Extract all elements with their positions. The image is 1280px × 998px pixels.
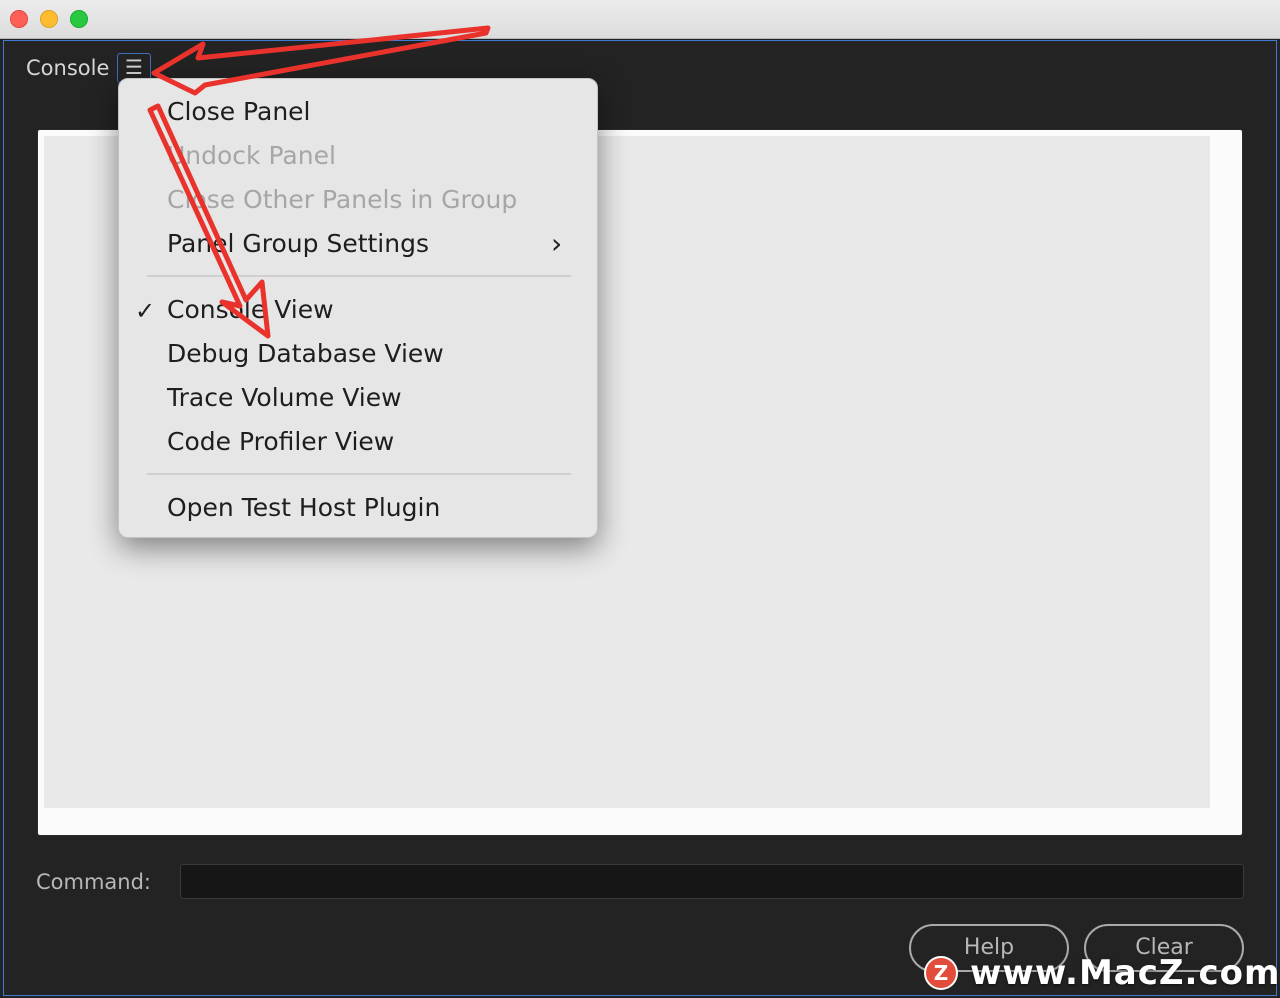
watermark-logo: Z xyxy=(924,956,958,990)
menu-separator xyxy=(147,473,571,475)
menu-item-close-panel[interactable]: Close Panel xyxy=(167,97,311,127)
panel-flyout-menu: Close Panel Undock Panel Close Other Pan… xyxy=(118,78,598,538)
menu-item-panel-group-settings[interactable]: Panel Group Settings xyxy=(167,229,429,259)
menu-item-debug-database-view[interactable]: Debug Database View xyxy=(167,339,444,369)
menu-item-code-profiler-view[interactable]: Code Profiler View xyxy=(167,427,394,457)
menu-separator xyxy=(147,275,571,277)
menu-item-close-other-panels: Close Other Panels in Group xyxy=(167,185,518,214)
hamburger-icon: ☰ xyxy=(125,55,143,79)
panel-title: Console xyxy=(26,56,110,80)
chevron-right-icon: › xyxy=(551,227,563,260)
checkmark-icon: ✓ xyxy=(135,297,156,325)
menu-item-console-view[interactable]: Console View xyxy=(167,295,334,325)
zoom-window-button[interactable] xyxy=(70,10,88,28)
command-label: Command: xyxy=(36,870,152,894)
menu-item-undock-panel: Undock Panel xyxy=(167,141,336,170)
menu-item-trace-volume-view[interactable]: Trace Volume View xyxy=(167,383,402,413)
watermark-text: www.MacZ.com xyxy=(970,953,1280,993)
command-input[interactable] xyxy=(180,864,1244,899)
close-window-button[interactable] xyxy=(10,10,28,28)
watermark: Z www.MacZ.com xyxy=(922,952,1279,994)
window-titlebar xyxy=(0,0,1280,39)
minimize-window-button[interactable] xyxy=(40,10,58,28)
menu-item-open-test-host-plugin[interactable]: Open Test Host Plugin xyxy=(167,493,440,523)
